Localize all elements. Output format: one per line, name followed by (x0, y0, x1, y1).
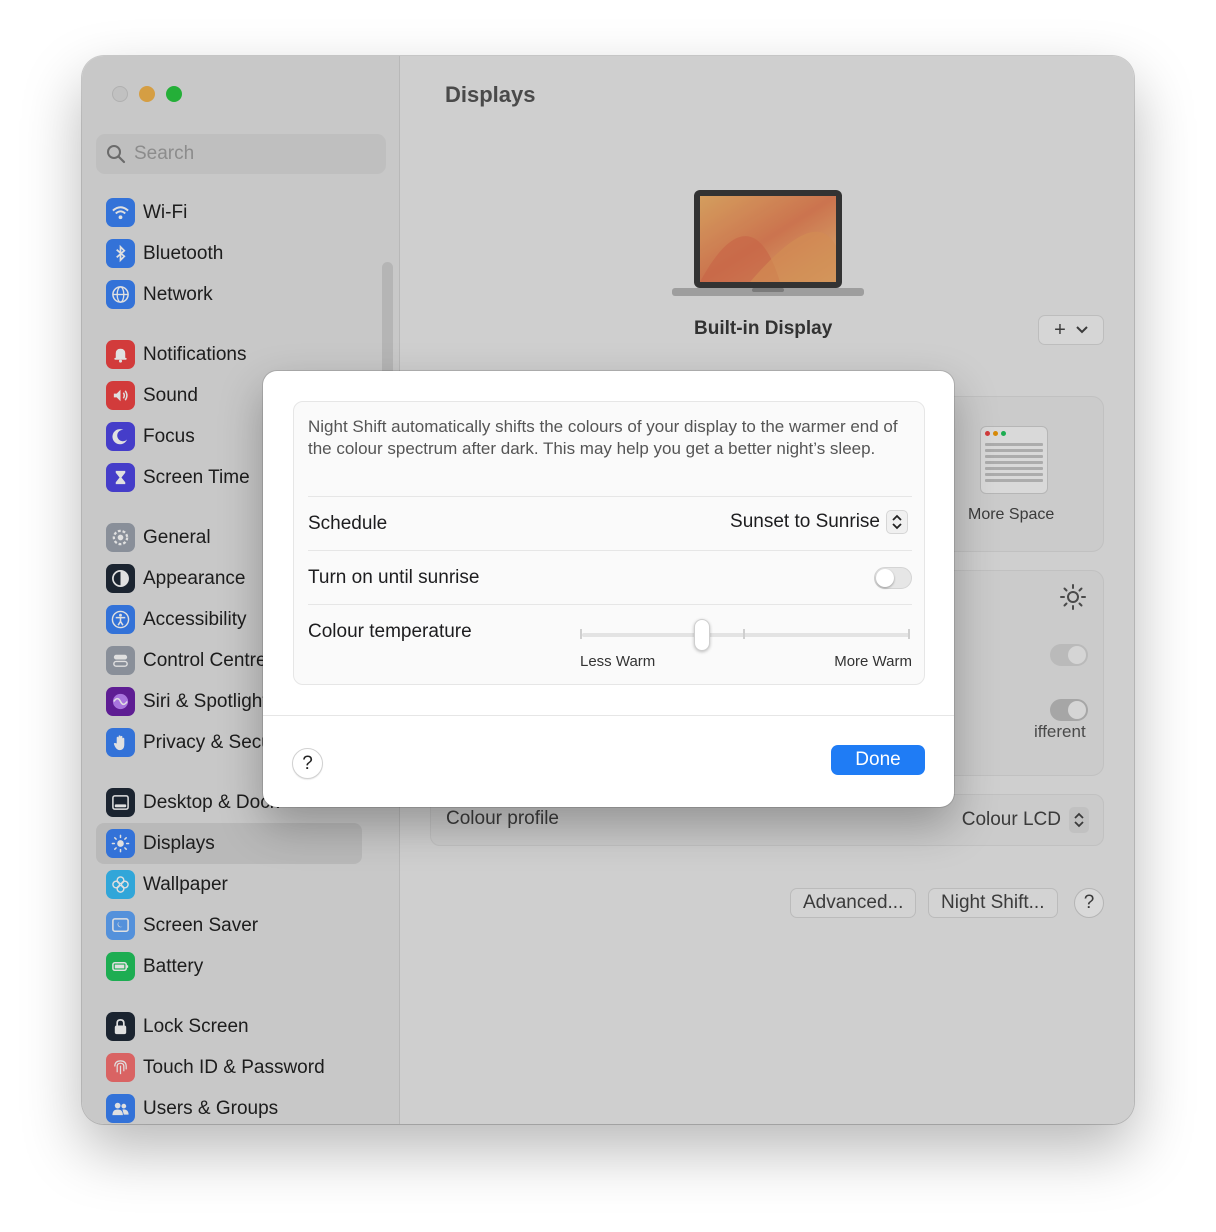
schedule-row: Schedule Sunset to Sunrise (308, 496, 912, 550)
updown-chevron-icon (886, 510, 908, 534)
night-shift-description: Night Shift automatically shifts the col… (308, 417, 898, 458)
slider-tick (580, 629, 582, 639)
turn-on-toggle[interactable] (874, 567, 912, 589)
less-warm-label: Less Warm (580, 653, 656, 670)
dialog-divider (263, 715, 954, 716)
more-warm-label: More Warm (834, 653, 912, 670)
night-shift-settings-card: Night Shift automatically shifts the col… (293, 401, 925, 685)
schedule-select[interactable]: Sunset to Sunrise (730, 510, 908, 534)
colour-temperature-label: Colour temperature (308, 621, 472, 642)
night-shift-dialog: Night Shift automatically shifts the col… (263, 371, 954, 807)
slider-thumb[interactable] (694, 619, 710, 651)
colour-temperature-slider[interactable] (580, 617, 912, 653)
slider-track (582, 633, 910, 637)
toggle-knob (876, 569, 894, 587)
done-button[interactable]: Done (831, 745, 925, 775)
slider-tick (743, 629, 745, 639)
turn-on-label: Turn on until sunrise (308, 567, 480, 588)
dialog-help-button[interactable]: ? (292, 748, 323, 779)
schedule-value: Sunset to Sunrise (730, 511, 880, 532)
schedule-label: Schedule (308, 513, 388, 534)
slider-tick (908, 629, 910, 639)
colour-temperature-row: Colour temperature Less Warm More Warm (308, 604, 912, 684)
turn-on-row: Turn on until sunrise (308, 550, 912, 604)
